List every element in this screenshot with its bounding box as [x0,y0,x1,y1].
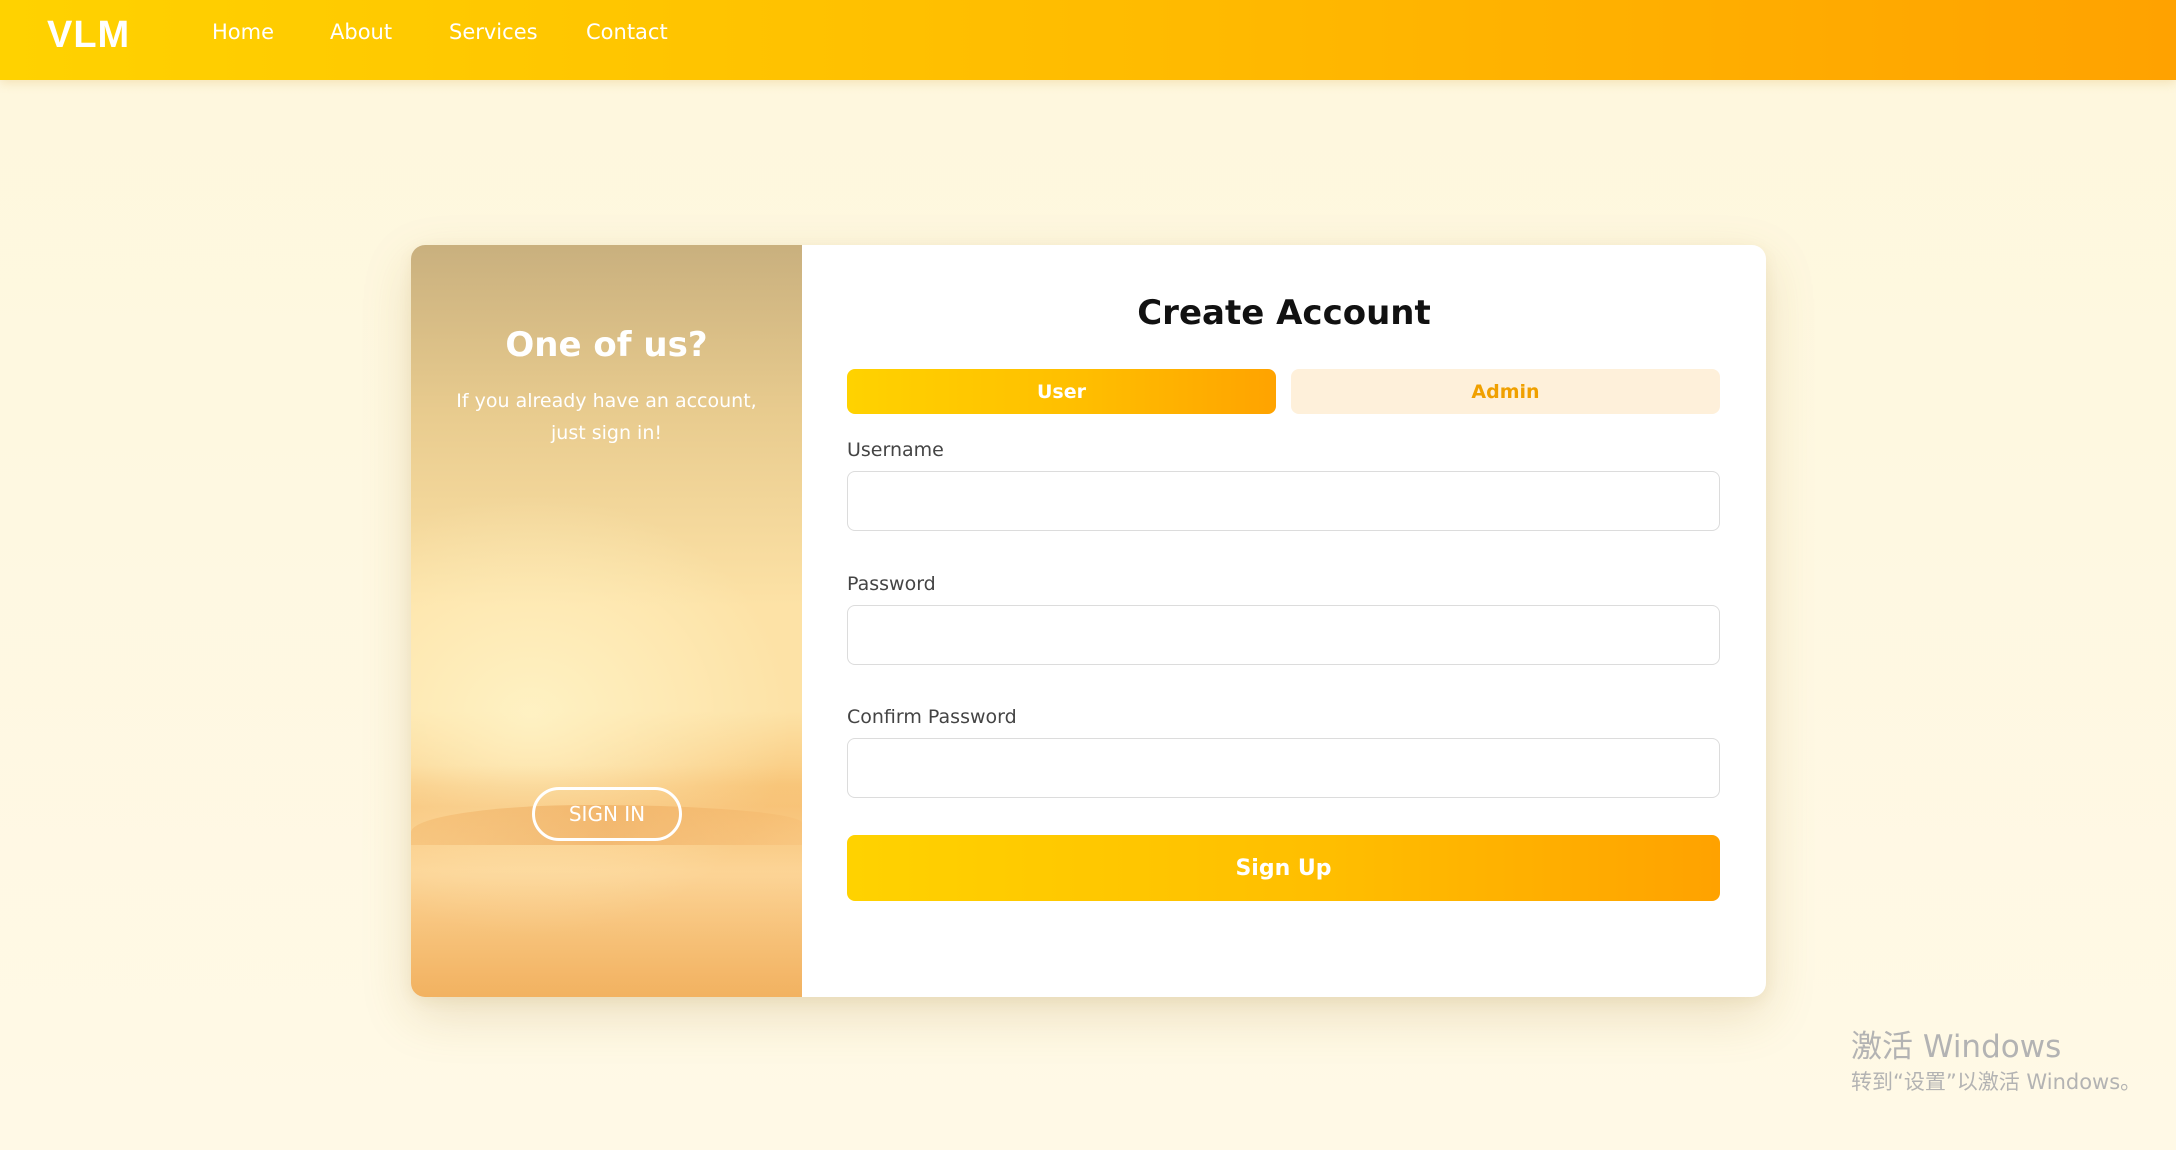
role-tab-user[interactable]: User [847,369,1276,414]
signup-card: One of us? If you already have an accoun… [411,245,1766,997]
username-input[interactable] [847,471,1720,531]
sign-up-button[interactable]: Sign Up [847,835,1720,901]
watermark-line-1: 激活 Windows [1851,1029,2062,1065]
create-account-form: Create Account User Admin Username Passw… [802,245,1766,997]
sign-in-button[interactable]: SIGN IN [532,787,682,841]
confirm-password-input[interactable] [847,738,1720,798]
role-tab-admin[interactable]: Admin [1291,369,1720,414]
username-label: Username [847,439,944,461]
form-title: Create Account [1137,293,1431,333]
password-label: Password [847,573,936,595]
confirm-password-label: Confirm Password [847,706,1017,728]
sign-in-panel-text: If you already have an account, just sig… [456,390,757,444]
password-input[interactable] [847,605,1720,665]
nav-link-home[interactable]: Home [212,20,274,44]
nav-link-services[interactable]: Services [449,20,538,44]
brand-logo[interactable]: VLM [47,14,130,57]
nav-link-about[interactable]: About [330,20,392,44]
sign-in-panel: One of us? If you already have an accoun… [411,245,802,997]
top-navbar: VLM Home About Services Contact [0,0,2176,80]
sign-in-panel-title: One of us? [505,325,708,365]
nav-link-contact[interactable]: Contact [586,20,668,44]
watermark-line-2: 转到“设置”以激活 Windows。 [1851,1070,2142,1094]
windows-activation-watermark: 激活 Windows 转到“设置”以激活 Windows。 [1851,1027,2141,1097]
